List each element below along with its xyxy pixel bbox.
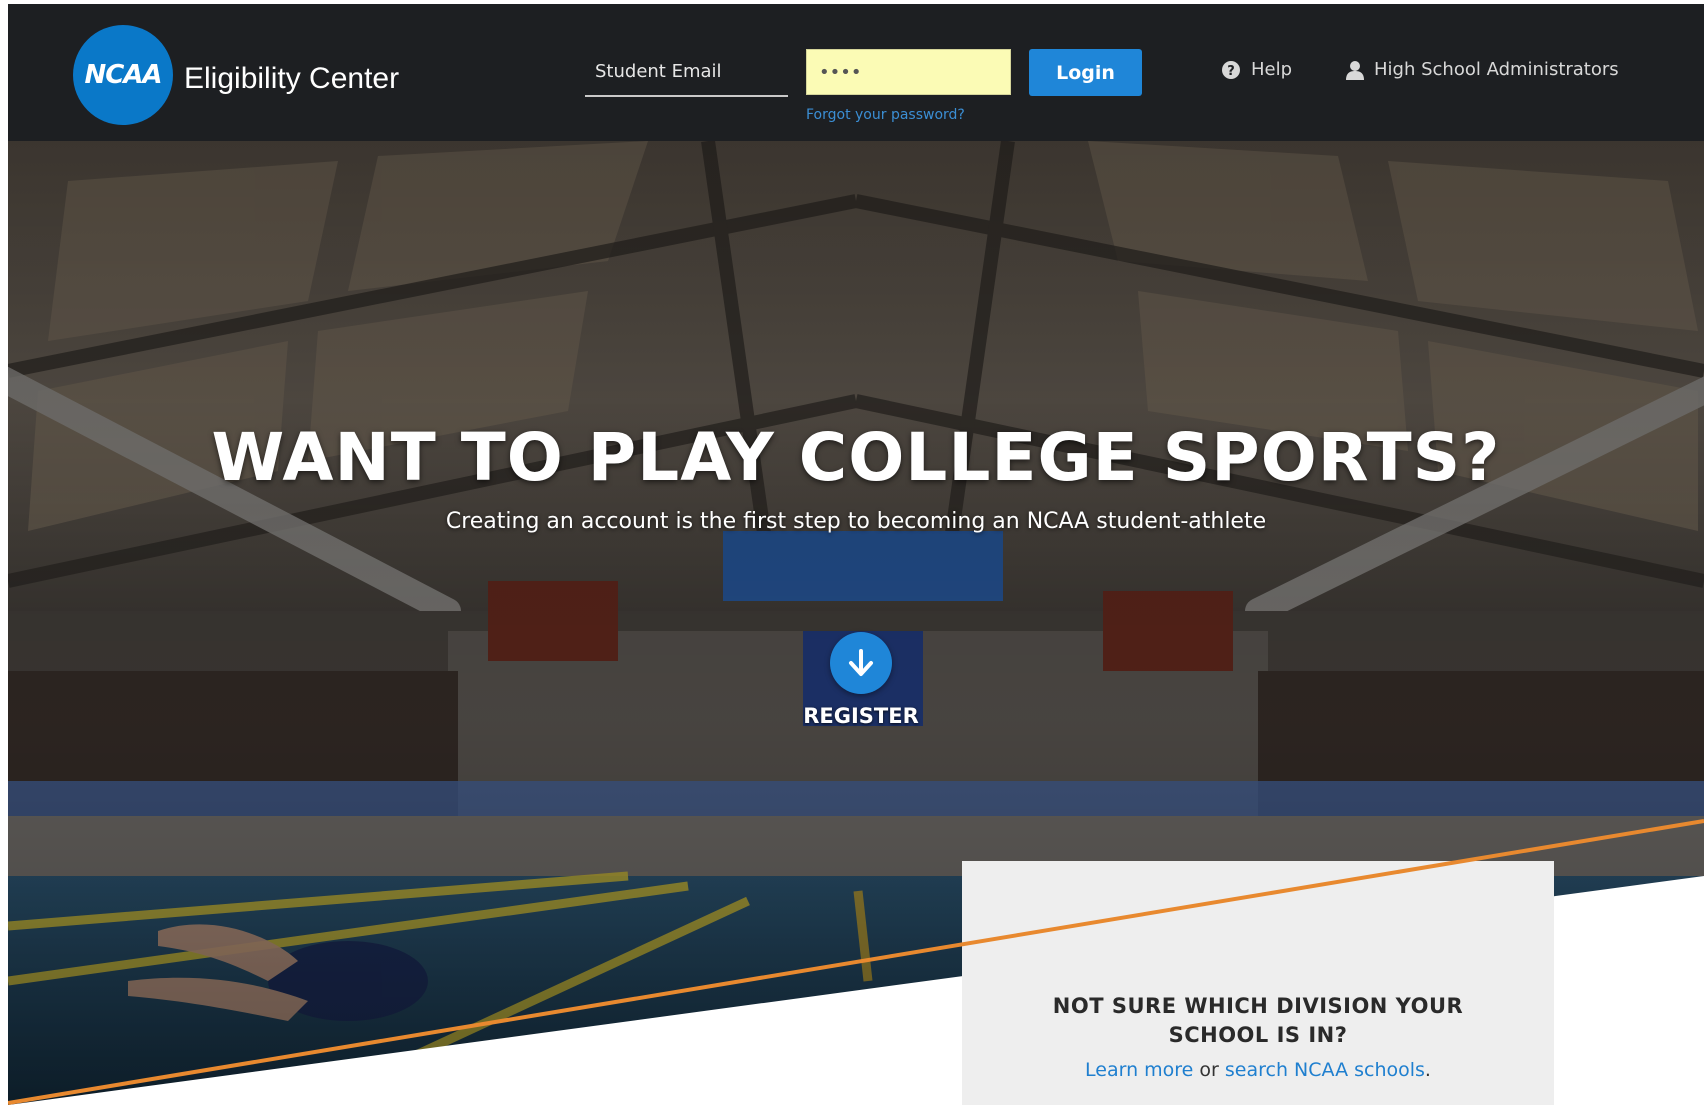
division-info-card: NOT SURE WHICH DIVISION YOUR SCHOOL IS I…	[962, 861, 1554, 1105]
help-label: Help	[1251, 59, 1293, 80]
learn-more-link[interactable]: Learn more	[1085, 1059, 1193, 1081]
password-input[interactable]	[806, 49, 1011, 95]
logo-mark: NCAA	[84, 60, 162, 90]
email-field-wrapper	[585, 48, 788, 97]
svg-text:?: ?	[1227, 64, 1235, 79]
help-link[interactable]: ? Help	[1221, 59, 1292, 80]
ncaa-logo[interactable]: NCAA	[73, 25, 173, 125]
forgot-password-link[interactable]: Forgot your password?	[806, 107, 965, 123]
user-icon	[1346, 60, 1364, 80]
student-email-input[interactable]	[585, 48, 788, 95]
admin-label: High School Administrators	[1374, 59, 1619, 80]
logo-text[interactable]: Eligibility Center	[184, 62, 399, 96]
division-card-links: Learn more or search NCAA schools.	[962, 1059, 1554, 1081]
login-button[interactable]: Login	[1029, 49, 1142, 96]
hero-section: WANT TO PLAY COLLEGE SPORTS? Creating an…	[8, 141, 1704, 1105]
question-circle-icon: ?	[1222, 60, 1240, 79]
search-ncaa-schools-link[interactable]: search NCAA schools	[1225, 1059, 1425, 1081]
division-heading-line2: SCHOOL IS IN?	[1168, 1023, 1348, 1047]
page-frame: NCAA Eligibility Center Forgot your pass…	[8, 4, 1704, 1105]
site-header: NCAA Eligibility Center Forgot your pass…	[8, 4, 1704, 141]
division-card-heading: NOT SURE WHICH DIVISION YOUR SCHOOL IS I…	[962, 992, 1554, 1050]
division-heading-line1: NOT SURE WHICH DIVISION YOUR	[1052, 994, 1464, 1018]
period-text: .	[1424, 1059, 1431, 1081]
high-school-administrators-link[interactable]: High School Administrators	[1346, 59, 1619, 80]
or-text: or	[1199, 1059, 1225, 1081]
